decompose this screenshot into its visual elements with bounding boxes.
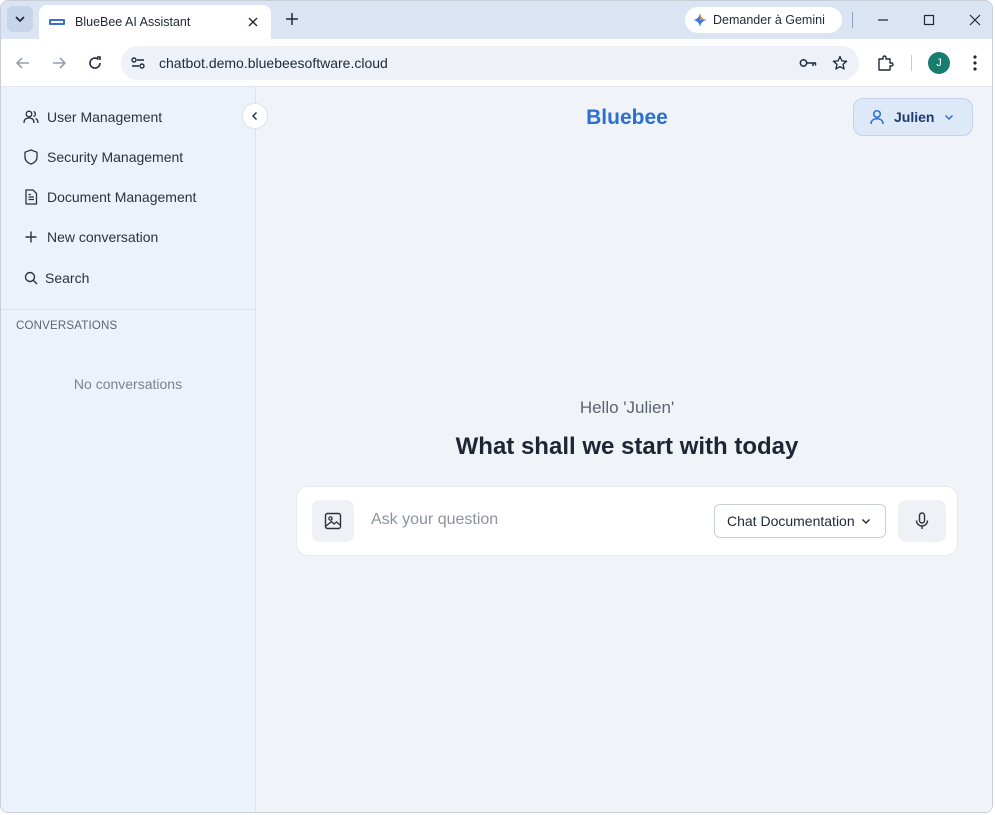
tab-strip: BlueBee AI Assistant Demander à Gemini bbox=[1, 1, 992, 39]
headline-text: What shall we start with today bbox=[455, 433, 799, 460]
close-window-button[interactable] bbox=[964, 9, 986, 31]
tab-search-button[interactable] bbox=[7, 6, 33, 32]
bookmark-star-icon[interactable] bbox=[827, 50, 853, 76]
arrow-left-icon bbox=[15, 57, 29, 69]
toolbar-divider bbox=[911, 55, 912, 71]
attach-image-button[interactable] bbox=[312, 500, 354, 542]
empty-conversations-text: No conversations bbox=[73, 376, 183, 392]
gemini-sparkle-icon bbox=[693, 13, 707, 27]
gemini-button-label: Demander à Gemini bbox=[713, 13, 825, 27]
reload-button[interactable] bbox=[83, 51, 107, 75]
users-icon bbox=[23, 109, 39, 125]
sidebar-item-label: Document Management bbox=[47, 189, 197, 205]
browser-tab[interactable]: BlueBee AI Assistant bbox=[39, 5, 271, 39]
question-input[interactable] bbox=[371, 507, 701, 533]
minimize-icon bbox=[878, 19, 888, 21]
app-area: User Management Security Management Docu… bbox=[1, 87, 992, 812]
microphone-icon bbox=[915, 512, 929, 529]
sidebar-item-document-management[interactable]: Document Management bbox=[23, 185, 196, 209]
password-key-icon[interactable] bbox=[795, 50, 821, 76]
sidebar-divider bbox=[1, 309, 255, 310]
profile-avatar[interactable]: J bbox=[928, 52, 950, 74]
url-text: chatbot.demo.bluebeesoftware.cloud bbox=[159, 55, 388, 71]
maximize-button[interactable] bbox=[918, 9, 940, 31]
chevron-down-icon bbox=[944, 112, 954, 122]
chevron-down-icon bbox=[861, 516, 871, 526]
forward-button[interactable] bbox=[47, 51, 71, 75]
chat-composer: Chat Documentation bbox=[296, 486, 958, 556]
image-icon bbox=[324, 512, 342, 530]
site-info-icon[interactable] bbox=[125, 50, 151, 76]
sidebar-item-new-conversation[interactable]: New conversation bbox=[23, 225, 158, 249]
user-name: Julien bbox=[894, 109, 935, 125]
new-tab-button[interactable] bbox=[282, 9, 302, 29]
sidebar-item-label: User Management bbox=[47, 109, 163, 125]
gemini-button[interactable]: Demander à Gemini bbox=[685, 7, 842, 33]
plus-icon bbox=[23, 229, 39, 245]
sidebar-item-security-management[interactable]: Security Management bbox=[23, 145, 183, 169]
sidebar: User Management Security Management Docu… bbox=[1, 87, 256, 812]
sidebar-item-label: New conversation bbox=[47, 229, 159, 245]
mode-select-value: Chat Documentation bbox=[727, 513, 855, 529]
browser-window: BlueBee AI Assistant Demander à Gemini c… bbox=[0, 0, 993, 813]
sidebar-item-label: Search bbox=[45, 270, 90, 286]
shield-icon bbox=[23, 149, 39, 165]
tab-title: BlueBee AI Assistant bbox=[75, 15, 191, 29]
document-icon bbox=[23, 189, 39, 205]
minimize-button[interactable] bbox=[872, 9, 894, 31]
search-icon bbox=[23, 270, 39, 286]
more-vertical-icon bbox=[973, 55, 977, 71]
arrow-right-icon bbox=[53, 57, 67, 69]
chevron-down-icon bbox=[15, 16, 25, 23]
bluebee-favicon-icon bbox=[49, 17, 65, 27]
plus-icon bbox=[286, 13, 298, 25]
back-button[interactable] bbox=[11, 51, 35, 75]
sidebar-item-search[interactable]: Search bbox=[23, 266, 89, 290]
address-bar[interactable]: chatbot.demo.bluebeesoftware.cloud bbox=[121, 46, 859, 80]
mode-select[interactable]: Chat Documentation bbox=[714, 504, 886, 538]
puzzle-icon bbox=[878, 55, 894, 71]
reload-icon bbox=[89, 56, 101, 69]
main-panel: Bluebee Julien Hello 'Julien' What shall… bbox=[256, 87, 992, 812]
sidebar-item-label: Security Management bbox=[47, 149, 184, 165]
strip-divider bbox=[852, 12, 853, 28]
user-icon bbox=[870, 109, 884, 125]
sidebar-item-user-management[interactable]: User Management bbox=[23, 105, 162, 129]
browser-toolbar: chatbot.demo.bluebeesoftware.cloud J bbox=[1, 39, 992, 87]
close-icon bbox=[969, 14, 981, 26]
maximize-icon bbox=[923, 14, 935, 26]
conversations-heading: CONVERSATIONS bbox=[16, 320, 118, 332]
user-menu-button[interactable]: Julien bbox=[853, 98, 973, 136]
microphone-button[interactable] bbox=[898, 500, 946, 542]
extensions-button[interactable] bbox=[873, 51, 897, 75]
greeting-text: Hello 'Julien' bbox=[579, 398, 675, 417]
tab-close-icon[interactable] bbox=[245, 14, 261, 30]
browser-menu-button[interactable] bbox=[965, 51, 985, 75]
